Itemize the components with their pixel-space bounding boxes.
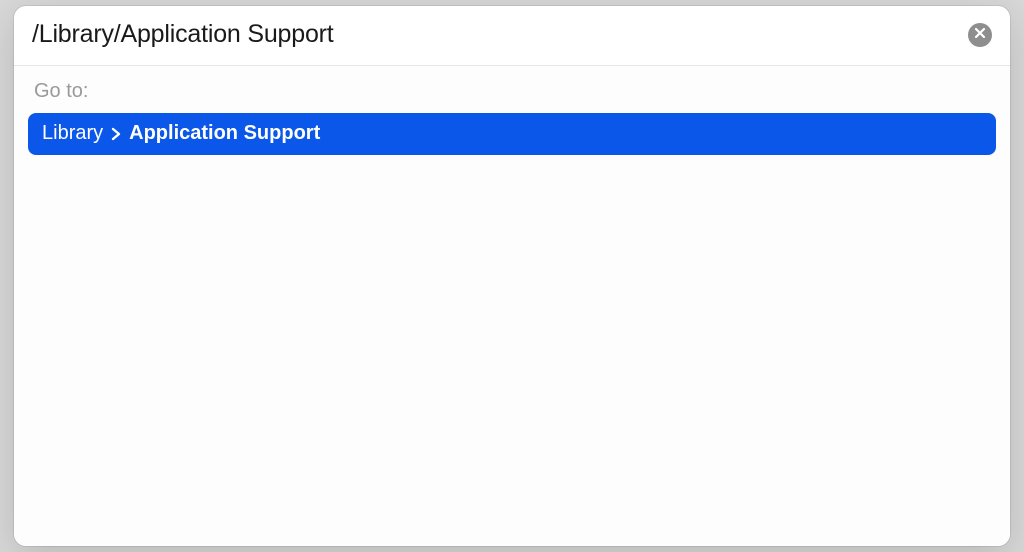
suggestion-row[interactable]: Library Application Support [28,113,996,155]
close-icon [974,26,986,44]
dialog-body: Go to: Library Application Support [14,66,1010,546]
go-to-folder-dialog: /Library/Application Support Go to: Libr… [14,6,1010,546]
go-to-label: Go to: [28,80,996,113]
breadcrumb-segment: Library [42,122,103,145]
dialog-header: /Library/Application Support [14,6,1010,66]
chevron-right-icon [111,127,121,141]
breadcrumb-segment: Application Support [129,122,320,145]
close-button[interactable] [968,23,992,47]
path-input[interactable]: /Library/Application Support [32,20,968,49]
